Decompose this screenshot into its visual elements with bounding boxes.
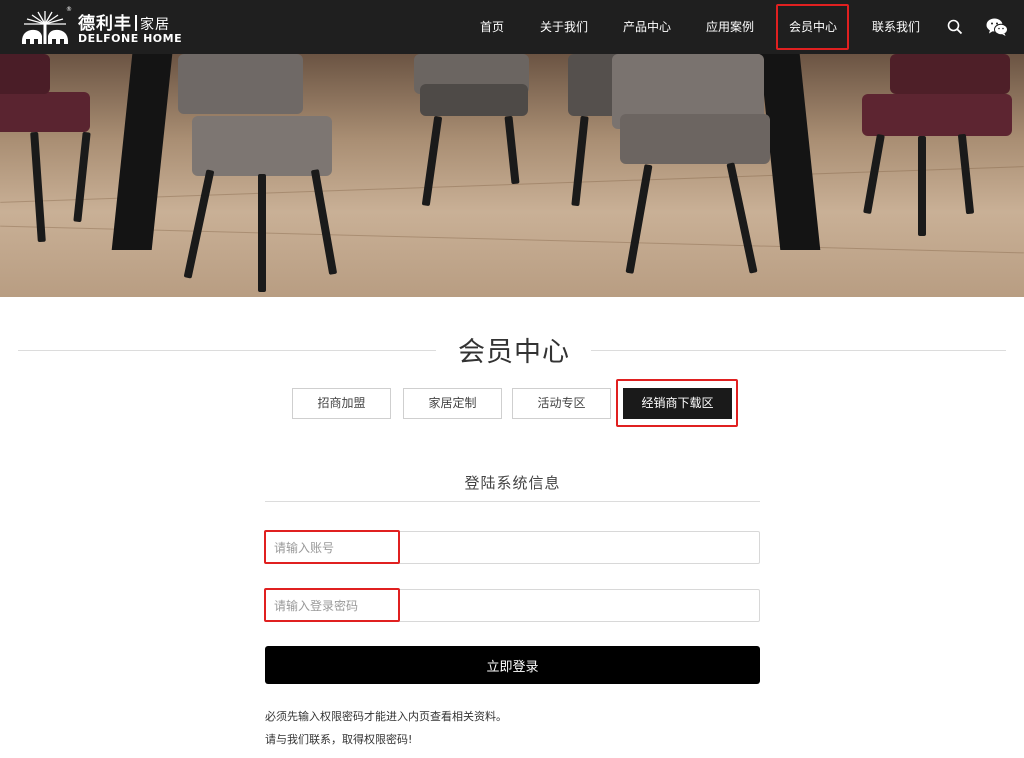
nav-item-cases[interactable]: 应用案例 <box>706 0 754 54</box>
permission-note: 必须先输入权限密码才能进入内页查看相关资料。 <box>265 710 507 723</box>
login-button[interactable]: 立即登录 <box>265 646 760 684</box>
wechat-icon[interactable] <box>986 17 1008 37</box>
title-divider-right <box>591 350 1006 351</box>
account-input[interactable] <box>265 531 760 564</box>
top-navigation-bar: ® 德利丰 家居 DELFONE HOME 首页 关于我们 产品中心 应用案例 会… <box>0 0 1024 54</box>
page-title: 会员中心 <box>458 337 570 368</box>
brand-logo[interactable]: ® 德利丰 家居 DELFONE HOME <box>18 6 183 48</box>
hero-banner-image <box>0 54 1024 297</box>
tab-home-customization[interactable]: 家居定制 <box>403 388 502 419</box>
contact-note: 请与我们联系，取得权限密码! <box>265 733 413 746</box>
password-input[interactable] <box>265 589 760 622</box>
tab-promotions[interactable]: 活动专区 <box>512 388 611 419</box>
nav-item-about[interactable]: 关于我们 <box>540 0 588 54</box>
search-icon[interactable] <box>947 19 963 35</box>
nav-item-home[interactable]: 首页 <box>480 0 504 54</box>
brand-name-cn: 德利丰 家居 <box>78 14 170 34</box>
nav-active-highlight <box>776 4 849 50</box>
elephant-tree-logo-icon <box>21 11 69 44</box>
registered-mark: ® <box>66 6 72 13</box>
login-form-title: 登陆系统信息 <box>464 474 561 492</box>
login-form-divider <box>265 501 760 502</box>
nav-item-contact[interactable]: 联系我们 <box>872 0 920 54</box>
brand-name-en: DELFONE HOME <box>78 32 183 45</box>
nav-item-products[interactable]: 产品中心 <box>623 0 671 54</box>
section-header: 会员中心 <box>18 326 1006 372</box>
tab-franchise[interactable]: 招商加盟 <box>292 388 391 419</box>
title-divider-left <box>18 350 436 351</box>
active-tab-highlight <box>616 379 738 427</box>
